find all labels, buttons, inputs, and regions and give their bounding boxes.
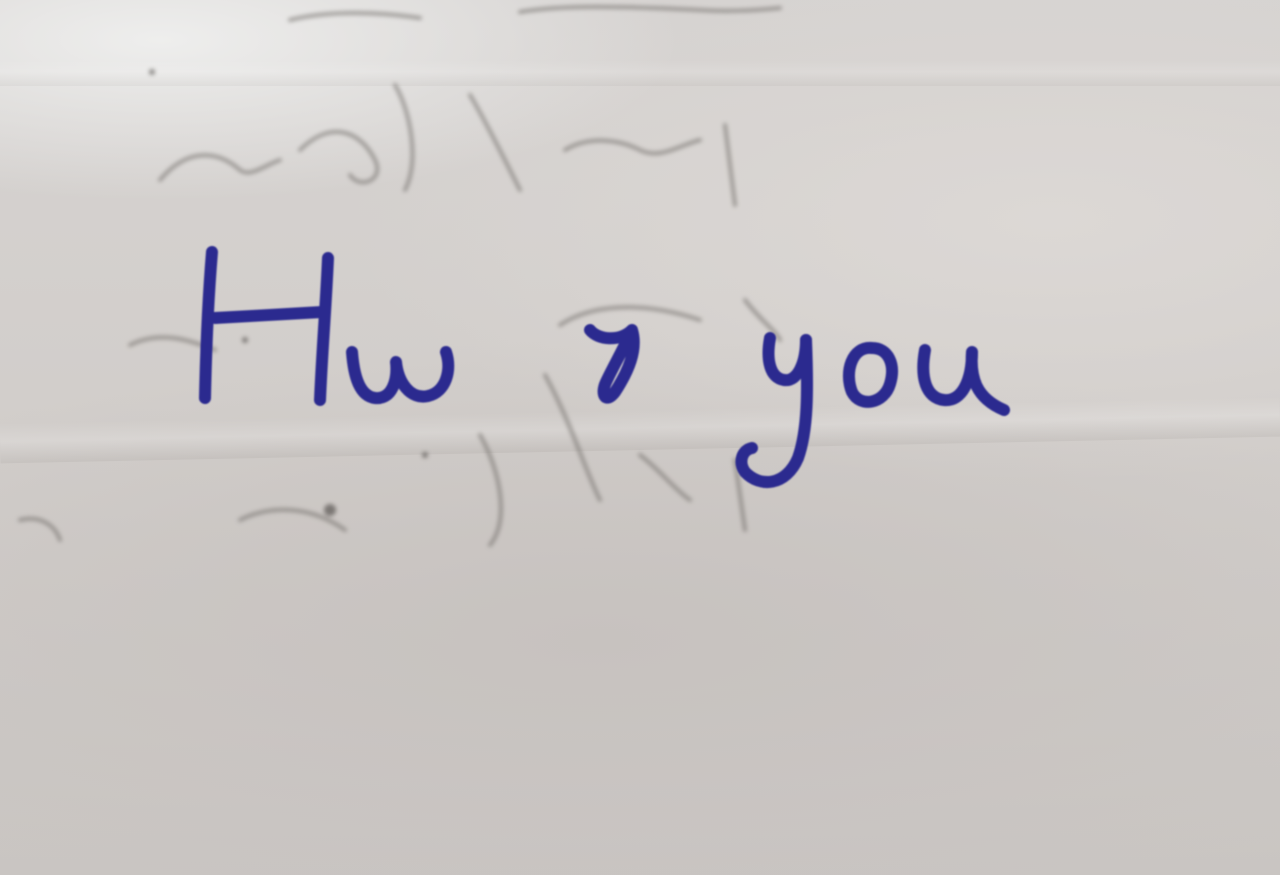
paper-background: Hw r you [0,0,1280,875]
handwritten-ink [199,246,1010,488]
